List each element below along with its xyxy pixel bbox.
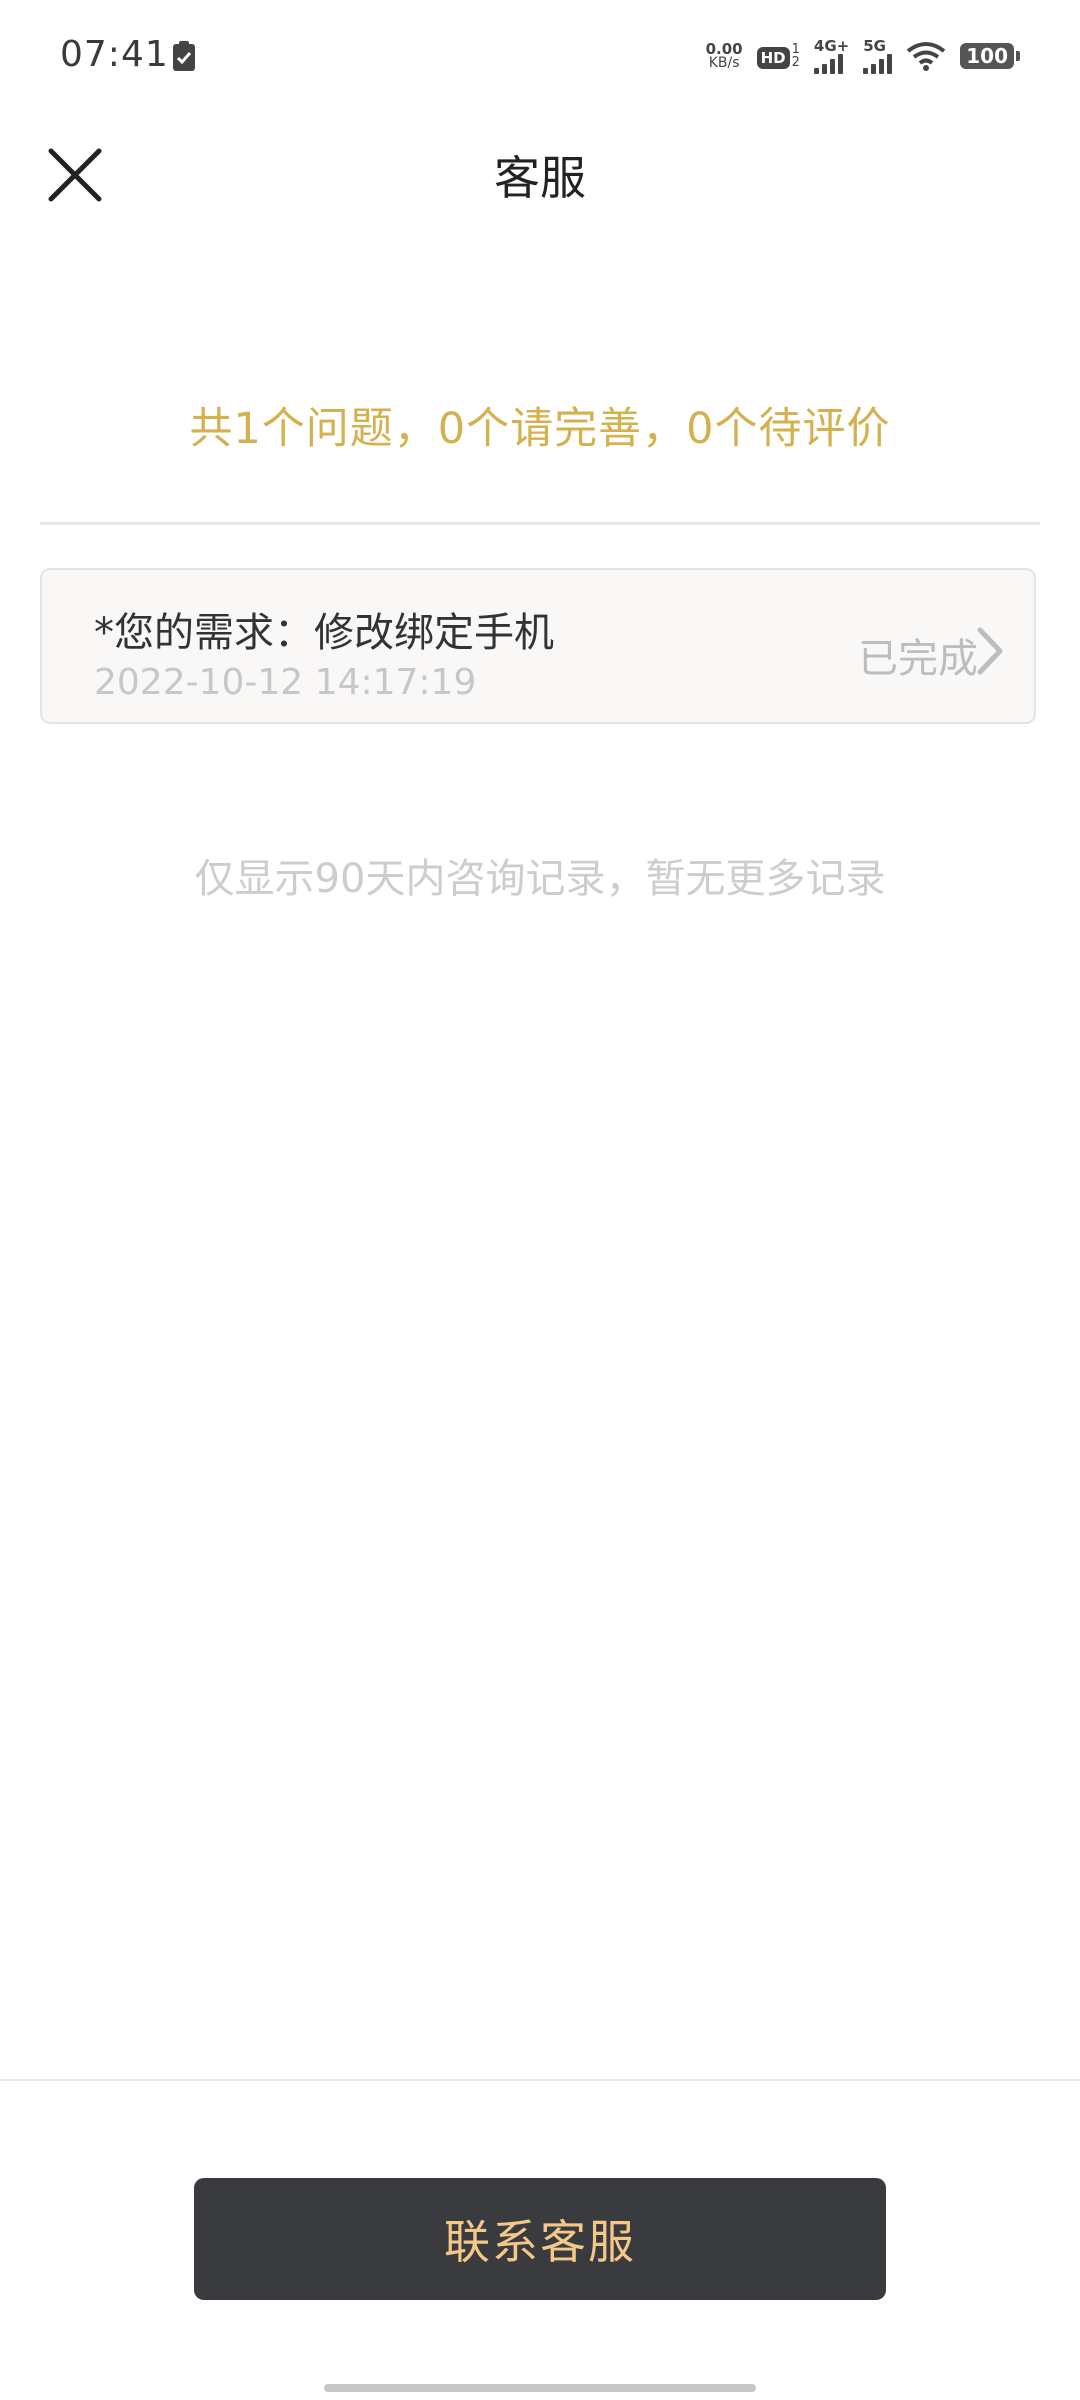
home-indicator[interactable] xyxy=(324,2384,756,2392)
customer-service-page: 07:41 0.00 KB/s HD 1 2 4G+ 5G 100 客服 共1个… xyxy=(0,0,1080,2400)
record-card[interactable]: *您的需求：修改绑定手机 2022-10-12 14:17:19 已完成 xyxy=(40,568,1036,724)
footer-divider xyxy=(0,2079,1080,2081)
record-time: 2022-10-12 14:17:19 xyxy=(94,662,477,703)
clipboard-check-icon xyxy=(173,41,195,71)
page-title: 客服 xyxy=(494,151,586,205)
chevron-right-icon xyxy=(977,627,1003,675)
signal-5g-icon: 5G xyxy=(863,38,893,74)
wifi-icon xyxy=(907,42,946,71)
status-time: 07:41 xyxy=(60,34,169,75)
issue-summary: 共1个问题，0个请完善，0个待评价 xyxy=(189,404,891,454)
status-bar: 07:41 0.00 KB/s HD 1 2 4G+ 5G 100 xyxy=(0,0,1080,112)
contact-service-button[interactable]: 联系客服 xyxy=(194,2178,886,2300)
divider xyxy=(40,522,1040,525)
header: 客服 xyxy=(0,112,1080,232)
hd-icon: HD 1 2 xyxy=(756,43,800,69)
record-status: 已完成 xyxy=(858,636,978,682)
status-icons: 0.00 KB/s HD 1 2 4G+ 5G 100 xyxy=(706,34,1020,78)
history-note: 仅显示90天内咨询记录，暂无更多记录 xyxy=(194,856,886,902)
battery-icon: 100 xyxy=(960,43,1020,69)
signal-4g-icon: 4G+ xyxy=(813,38,849,74)
record-title: *您的需求：修改绑定手机 xyxy=(94,610,554,656)
network-speed: 0.00 KB/s xyxy=(705,40,743,71)
